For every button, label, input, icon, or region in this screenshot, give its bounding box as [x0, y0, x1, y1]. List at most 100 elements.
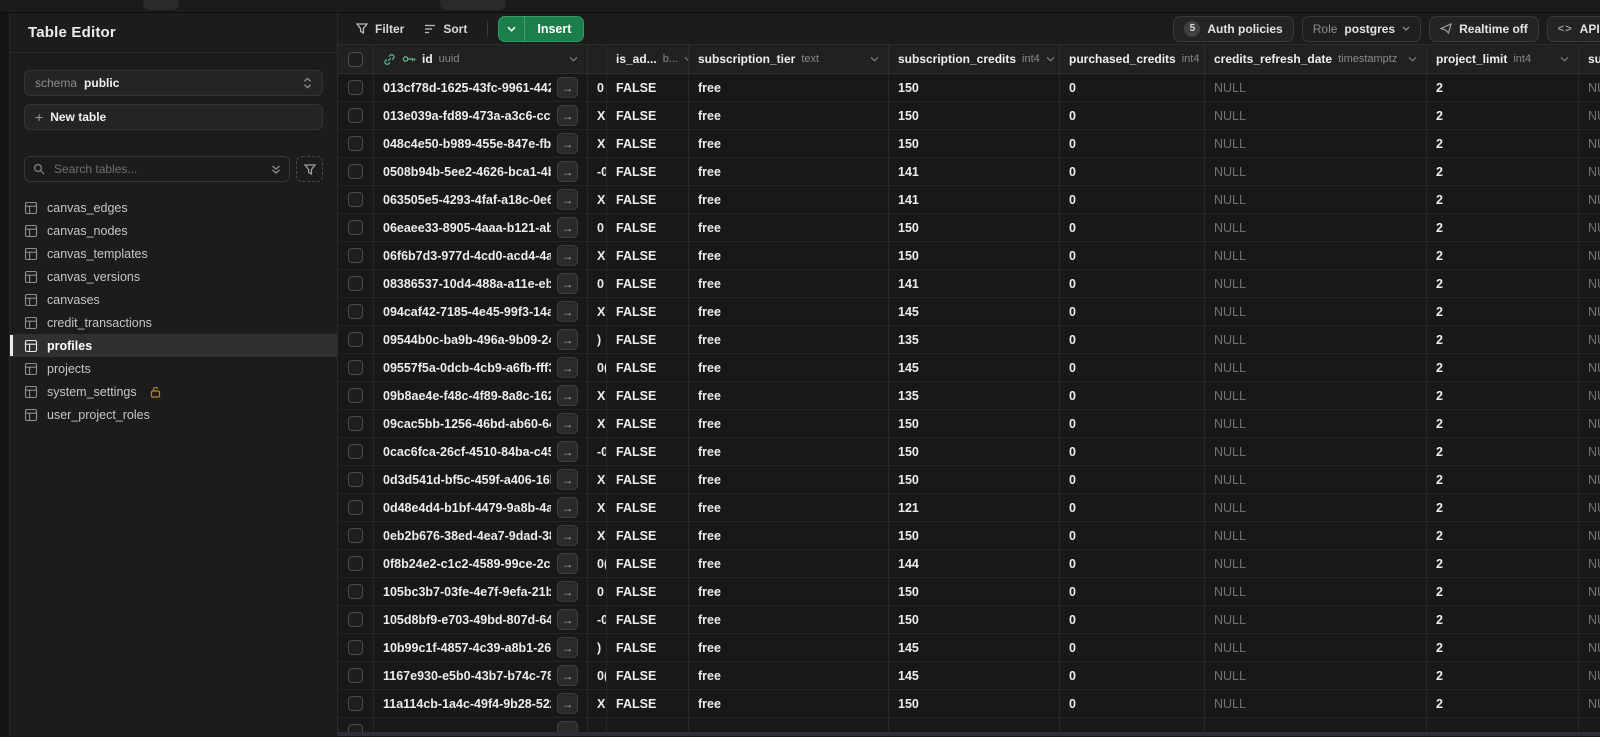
- cell-project_limit[interactable]: 2: [1427, 326, 1579, 353]
- cell-select[interactable]: [338, 298, 374, 325]
- row-checkbox[interactable]: [348, 360, 363, 375]
- sidebar-item-user_project_roles[interactable]: user_project_roles: [10, 403, 337, 426]
- expand-row-button[interactable]: →: [557, 721, 578, 732]
- cell-purchased_credits[interactable]: 0: [1060, 690, 1205, 717]
- cell-clip[interactable]: -0: [588, 438, 607, 465]
- column-header-select[interactable]: [338, 45, 374, 73]
- cell-is_admin[interactable]: FALSE: [607, 74, 689, 101]
- cell-purchased_credits[interactable]: 0: [1060, 130, 1205, 157]
- expand-row-button[interactable]: →: [557, 273, 578, 294]
- cell-project_limit[interactable]: 2: [1427, 74, 1579, 101]
- cell-su[interactable]: NULL: [1579, 522, 1600, 549]
- sidebar-item-credit_transactions[interactable]: credit_transactions: [10, 311, 337, 334]
- select-all-checkbox[interactable]: [348, 51, 363, 67]
- row-checkbox[interactable]: [348, 528, 363, 543]
- cell-credits_refresh_date[interactable]: NULL: [1205, 186, 1427, 213]
- cell-purchased_credits[interactable]: 0: [1060, 466, 1205, 493]
- cell-select[interactable]: [338, 606, 374, 633]
- cell-select[interactable]: [338, 130, 374, 157]
- sidebar-item-canvas_versions[interactable]: canvas_versions: [10, 265, 337, 288]
- cell-credits_refresh_date[interactable]: NULL: [1205, 438, 1427, 465]
- cell-subscription_tier[interactable]: free: [689, 186, 889, 213]
- cell-is_admin[interactable]: FALSE: [607, 606, 689, 633]
- row-checkbox[interactable]: [348, 416, 363, 431]
- cell-su[interactable]: NULL: [1579, 410, 1600, 437]
- cell-credits_refresh_date[interactable]: NULL: [1205, 158, 1427, 185]
- cell-subscription_credits[interactable]: 150: [889, 130, 1060, 157]
- cell-purchased_credits[interactable]: 0: [1060, 270, 1205, 297]
- cell-credits_refresh_date[interactable]: NULL: [1205, 466, 1427, 493]
- expand-row-button[interactable]: →: [557, 693, 578, 714]
- cell-is_admin[interactable]: FALSE: [607, 578, 689, 605]
- cell-is_admin[interactable]: FALSE: [607, 690, 689, 717]
- cell-project_limit[interactable]: 2: [1427, 298, 1579, 325]
- cell-credits_refresh_date[interactable]: NULL: [1205, 494, 1427, 521]
- cell-credits_refresh_date[interactable]: NULL: [1205, 662, 1427, 689]
- cell-select[interactable]: [338, 186, 374, 213]
- cell-id[interactable]: 09544b0c-ba9b-496a-9b09-244... →: [374, 326, 588, 353]
- bottom-scrollbar-strip[interactable]: [338, 732, 1600, 736]
- cell-id[interactable]: 0508b94b-5ee2-4626-bca1-4bca... →: [374, 158, 588, 185]
- cell-purchased_credits[interactable]: 0: [1060, 606, 1205, 633]
- cell-su[interactable]: NULL: [1579, 634, 1600, 661]
- cell-subscription_tier[interactable]: free: [689, 410, 889, 437]
- cell-clip[interactable]: X: [588, 466, 607, 493]
- cell-subscription_credits[interactable]: 145: [889, 634, 1060, 661]
- cell-purchased_credits[interactable]: 0: [1060, 74, 1205, 101]
- cell-subscription_tier[interactable]: [689, 718, 889, 732]
- cell-purchased_credits[interactable]: 0: [1060, 242, 1205, 269]
- cell-id[interactable]: 0cac6fca-26cf-4510-84ba-c4580... →: [374, 438, 588, 465]
- cell-select[interactable]: [338, 718, 374, 732]
- cell-purchased_credits[interactable]: 0: [1060, 186, 1205, 213]
- cell-credits_refresh_date[interactable]: NULL: [1205, 522, 1427, 549]
- cell-project_limit[interactable]: 2: [1427, 130, 1579, 157]
- expand-row-button[interactable]: →: [557, 609, 578, 630]
- cell-is_admin[interactable]: FALSE: [607, 522, 689, 549]
- expand-row-button[interactable]: →: [557, 413, 578, 434]
- expand-row-button[interactable]: →: [557, 637, 578, 658]
- cell-su[interactable]: NULL: [1579, 74, 1600, 101]
- cell-is_admin[interactable]: FALSE: [607, 270, 689, 297]
- cell-su[interactable]: NULL: [1579, 382, 1600, 409]
- sidebar-item-canvas_templates[interactable]: canvas_templates: [10, 242, 337, 265]
- insert-chevron-icon[interactable]: [499, 16, 526, 41]
- filter-button[interactable]: Filter: [346, 16, 414, 42]
- row-checkbox[interactable]: [348, 668, 363, 683]
- column-header-is_admin[interactable]: is_ad... b...: [607, 45, 689, 73]
- cell-credits_refresh_date[interactable]: NULL: [1205, 634, 1427, 661]
- cell-id[interactable]: 013cf78d-1625-43fc-9961-442189... →: [374, 74, 588, 101]
- cell-credits_refresh_date[interactable]: NULL: [1205, 578, 1427, 605]
- cell-subscription_credits[interactable]: 141: [889, 186, 1060, 213]
- cell-project_limit[interactable]: 2: [1427, 522, 1579, 549]
- cell-project_limit[interactable]: 2: [1427, 158, 1579, 185]
- column-menu-chevron-icon[interactable]: [1408, 56, 1417, 62]
- row-checkbox[interactable]: [348, 556, 363, 571]
- cell-purchased_credits[interactable]: 0: [1060, 662, 1205, 689]
- cell-is_admin[interactable]: FALSE: [607, 494, 689, 521]
- column-header-subscription_tier[interactable]: subscription_tier text: [689, 45, 889, 73]
- cell-subscription_credits[interactable]: 150: [889, 74, 1060, 101]
- cell-is_admin[interactable]: FALSE: [607, 466, 689, 493]
- cell-clip[interactable]: 0(: [588, 550, 607, 577]
- cell-credits_refresh_date[interactable]: NULL: [1205, 690, 1427, 717]
- cell-credits_refresh_date[interactable]: NULL: [1205, 242, 1427, 269]
- expand-row-button[interactable]: →: [557, 357, 578, 378]
- cell-subscription_tier[interactable]: free: [689, 158, 889, 185]
- column-menu-chevron-icon[interactable]: [1560, 56, 1569, 62]
- cell-id[interactable]: 06eaee33-8905-4aaa-b121-ab552... →: [374, 214, 588, 241]
- cell-subscription_credits[interactable]: 145: [889, 662, 1060, 689]
- cell-select[interactable]: [338, 326, 374, 353]
- cell-clip[interactable]: X: [588, 298, 607, 325]
- realtime-button[interactable]: Realtime off: [1429, 15, 1539, 42]
- cell-project_limit[interactable]: 2: [1427, 690, 1579, 717]
- collapse-chevrons-icon[interactable]: [271, 164, 281, 175]
- cell-id[interactable]: 105d8bf9-e703-49bd-807d-645e... →: [374, 606, 588, 633]
- row-checkbox[interactable]: [348, 724, 363, 732]
- cell-subscription_tier[interactable]: free: [689, 522, 889, 549]
- cell-select[interactable]: [338, 494, 374, 521]
- cell-select[interactable]: [338, 102, 374, 129]
- cell-purchased_credits[interactable]: 0: [1060, 410, 1205, 437]
- expand-row-button[interactable]: →: [557, 189, 578, 210]
- cell-is_admin[interactable]: [607, 718, 689, 732]
- column-header-credits_refresh_date[interactable]: credits_refresh_date timestamptz: [1205, 45, 1427, 73]
